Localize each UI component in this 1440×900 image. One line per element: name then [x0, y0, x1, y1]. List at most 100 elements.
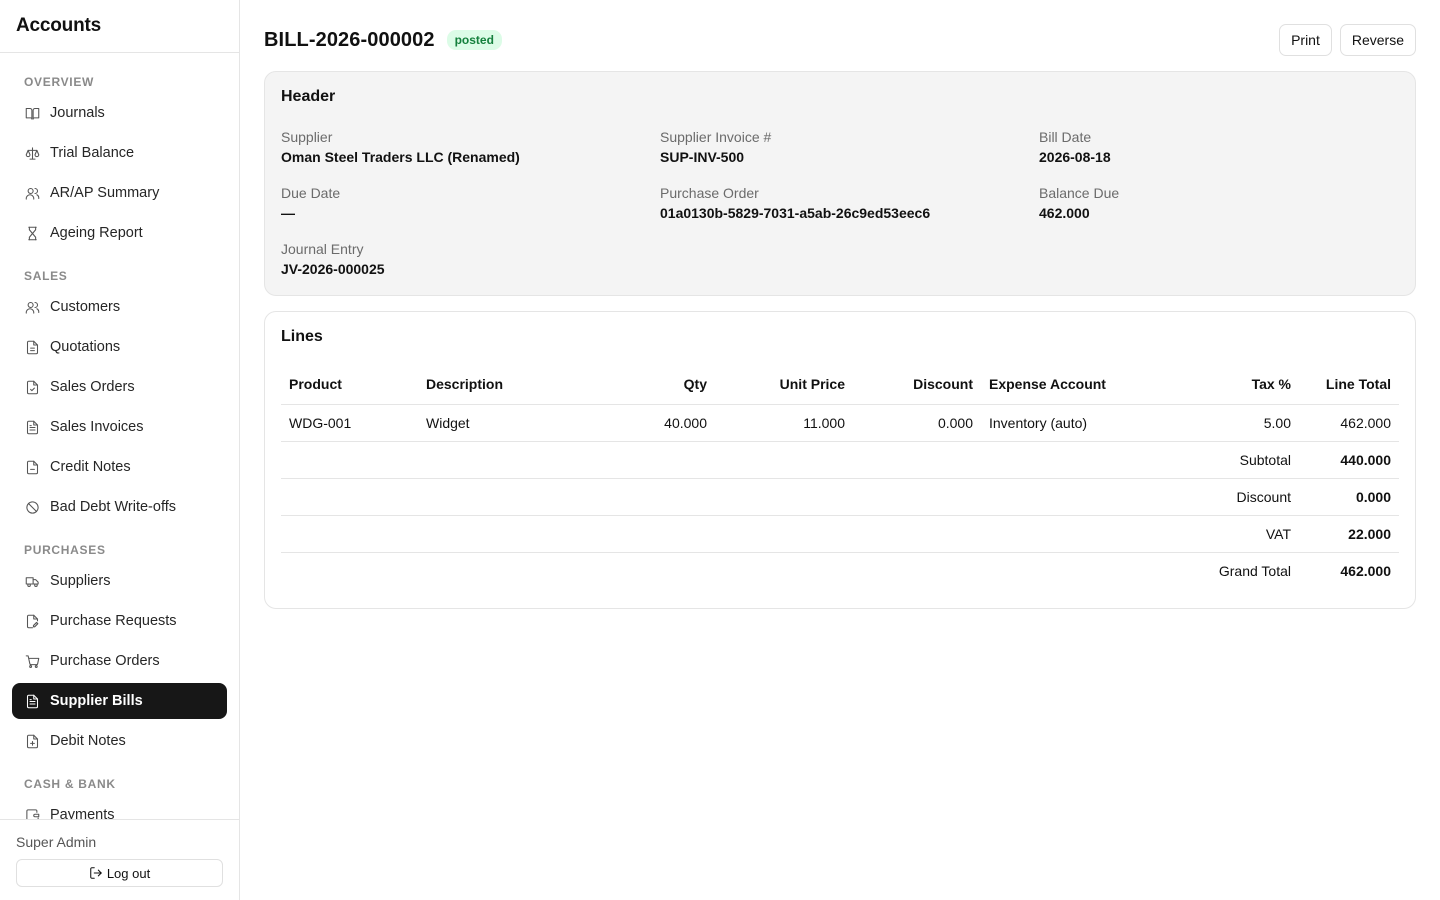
- table-cell: Widget: [418, 403, 589, 441]
- field-label: Bill Date: [1039, 129, 1092, 145]
- sidebar-item-suppliers[interactable]: Suppliers: [12, 563, 227, 599]
- sidebar-item-label: Sales Orders: [50, 379, 135, 395]
- wallet-icon: [24, 807, 40, 819]
- sidebar-item-label: Quotations: [50, 339, 121, 355]
- book-icon: [24, 105, 40, 121]
- lines-card: Lines Product Description Qty Unit Price Dis…: [264, 311, 1416, 609]
- page-actions: Print Reverse: [1279, 24, 1416, 56]
- header-card-title: Header: [281, 88, 336, 105]
- field-label: Supplier Invoice #: [660, 129, 772, 145]
- field-value: JV-2026-000025: [281, 261, 385, 277]
- sidebar-item-ar-ap-summary[interactable]: AR/AP Summary: [12, 175, 227, 211]
- sidebar-item-customers[interactable]: Customers: [12, 289, 227, 325]
- sidebar-item-label: Credit Notes: [50, 459, 131, 475]
- header-card: Header Supplier Oman Steel Traders LLC (R…: [264, 71, 1416, 296]
- summary-row: Subtotal 440.000: [281, 440, 1399, 478]
- logout-label: Log out: [106, 865, 151, 881]
- column-header: Unit Price: [779, 375, 845, 392]
- main-content: BILL-2026-000002 posted Print Reverse He…: [240, 0, 1440, 900]
- sidebar-item-credit-notes[interactable]: Credit Notes: [12, 449, 227, 485]
- sidebar-item-payments[interactable]: Payments: [12, 797, 227, 819]
- summary-label: Discount: [281, 477, 1299, 515]
- table-cell: 462.000: [1299, 403, 1399, 441]
- nav-section-label: SALES: [24, 269, 68, 283]
- column-header: Line Total: [1325, 375, 1391, 392]
- truck-icon: [24, 573, 40, 589]
- header-field: Supplier Oman Steel Traders LLC (Renamed): [281, 127, 660, 167]
- field-value: SUP-INV-500: [660, 149, 745, 165]
- sidebar-item-label: Debit Notes: [50, 733, 126, 749]
- column-header: Expense Account: [989, 375, 1106, 392]
- sidebar-item-label: Sales Invoices: [50, 419, 144, 435]
- summary-row: VAT 22.000: [281, 514, 1399, 552]
- sidebar-item-quotations[interactable]: Quotations: [12, 329, 227, 365]
- summary-label: Subtotal: [281, 440, 1299, 478]
- header-field: Journal Entry JV-2026-000025: [281, 239, 660, 279]
- sidebar-item-label: Purchase Orders: [50, 653, 160, 669]
- summary-value: 462.000: [1299, 551, 1399, 589]
- file-check-icon: [24, 379, 40, 395]
- summary-row: Grand Total 462.000: [281, 551, 1399, 589]
- field-value: Oman Steel Traders LLC (Renamed): [281, 149, 520, 165]
- page-title: BILL-2026-000002: [264, 28, 435, 51]
- sidebar-item-trial-balance[interactable]: Trial Balance: [12, 135, 227, 171]
- sidebar-item-purchase-orders[interactable]: Purchase Orders: [12, 643, 227, 679]
- header-field: Bill Date 2026-08-18: [1039, 127, 1399, 167]
- status-badge: posted: [446, 30, 502, 50]
- summary-label: Grand Total: [281, 551, 1299, 589]
- field-value: 2026-08-18: [1039, 149, 1111, 165]
- sidebar-item-sales-orders[interactable]: Sales Orders: [12, 369, 227, 405]
- file-minus-icon: [24, 459, 40, 475]
- print-button[interactable]: Print: [1279, 24, 1332, 56]
- nav-section-label: PURCHASES: [24, 543, 106, 557]
- field-value: —: [281, 205, 295, 221]
- field-label: Balance Due: [1039, 185, 1120, 201]
- summary-label: VAT: [281, 514, 1299, 552]
- file-pen-icon: [24, 613, 40, 629]
- sidebar-item-ageing-report[interactable]: Ageing Report: [12, 215, 227, 251]
- lines-card-title: Lines: [281, 328, 323, 345]
- summary-value: 0.000: [1299, 477, 1399, 515]
- lines-table: Product Description Qty Unit Price Discount E…: [281, 364, 1399, 589]
- sidebar-footer: Super Admin Log out: [0, 819, 239, 900]
- file-lines-icon: [24, 693, 40, 709]
- sidebar-item-debit-notes[interactable]: Debit Notes: [12, 723, 227, 759]
- table-cell: 40.000: [589, 403, 715, 441]
- sidebar-item-label: Supplier Bills: [50, 693, 143, 709]
- hourglass-icon: [24, 225, 40, 241]
- sidebar-item-supplier-bills[interactable]: Supplier Bills: [12, 683, 227, 719]
- header-field: Balance Due 462.000: [1039, 183, 1399, 223]
- users-icon: [24, 299, 40, 315]
- app-brand: Accounts: [0, 0, 239, 53]
- summary-row: Discount 0.000: [281, 477, 1399, 515]
- lines-table-body: WDG-001 Widget 40.000 11.000 0.000 Inventory …: [281, 403, 1399, 589]
- nav-section-label: CASH & BANK: [24, 777, 116, 791]
- sidebar-item-label: Ageing Report: [50, 225, 143, 241]
- table-header-row: Product Description Qty Unit Price Discount E…: [281, 364, 1399, 404]
- table-row: WDG-001 Widget 40.000 11.000 0.000 Inventory …: [281, 403, 1399, 441]
- summary-value: 440.000: [1299, 440, 1399, 478]
- file-lines-icon: [24, 419, 40, 435]
- header-field: Due Date —: [281, 183, 660, 223]
- sidebar-item-label: Customers: [50, 299, 121, 315]
- sidebar-item-bad-debt-write-offs[interactable]: Bad Debt Write-offs: [12, 489, 227, 525]
- table-cell: 0.000: [853, 403, 981, 441]
- scale-icon: [24, 145, 40, 161]
- ban-icon: [24, 499, 40, 515]
- log-out-icon: [90, 867, 102, 879]
- sidebar-item-purchase-requests[interactable]: Purchase Requests: [12, 603, 227, 639]
- sidebar-nav: OVERVIEW Journals Trial Balance AR/AP Summa…: [0, 53, 239, 819]
- reverse-button[interactable]: Reverse: [1339, 24, 1416, 56]
- current-user-name: Super Admin: [16, 834, 97, 850]
- table-cell: 5.00: [1187, 403, 1299, 441]
- table-cell: Inventory (auto): [981, 403, 1187, 441]
- field-value: 462.000: [1039, 205, 1090, 221]
- field-label: Purchase Order: [660, 185, 759, 201]
- field-label: Due Date: [281, 185, 341, 201]
- sidebar-item-label: Bad Debt Write-offs: [50, 499, 176, 515]
- field-label: Supplier: [281, 129, 333, 145]
- sidebar-item-sales-invoices[interactable]: Sales Invoices: [12, 409, 227, 445]
- logout-button[interactable]: Log out: [16, 859, 223, 887]
- sidebar-item-journals[interactable]: Journals: [12, 95, 227, 131]
- header-field: Supplier Invoice # SUP-INV-500: [660, 127, 1039, 167]
